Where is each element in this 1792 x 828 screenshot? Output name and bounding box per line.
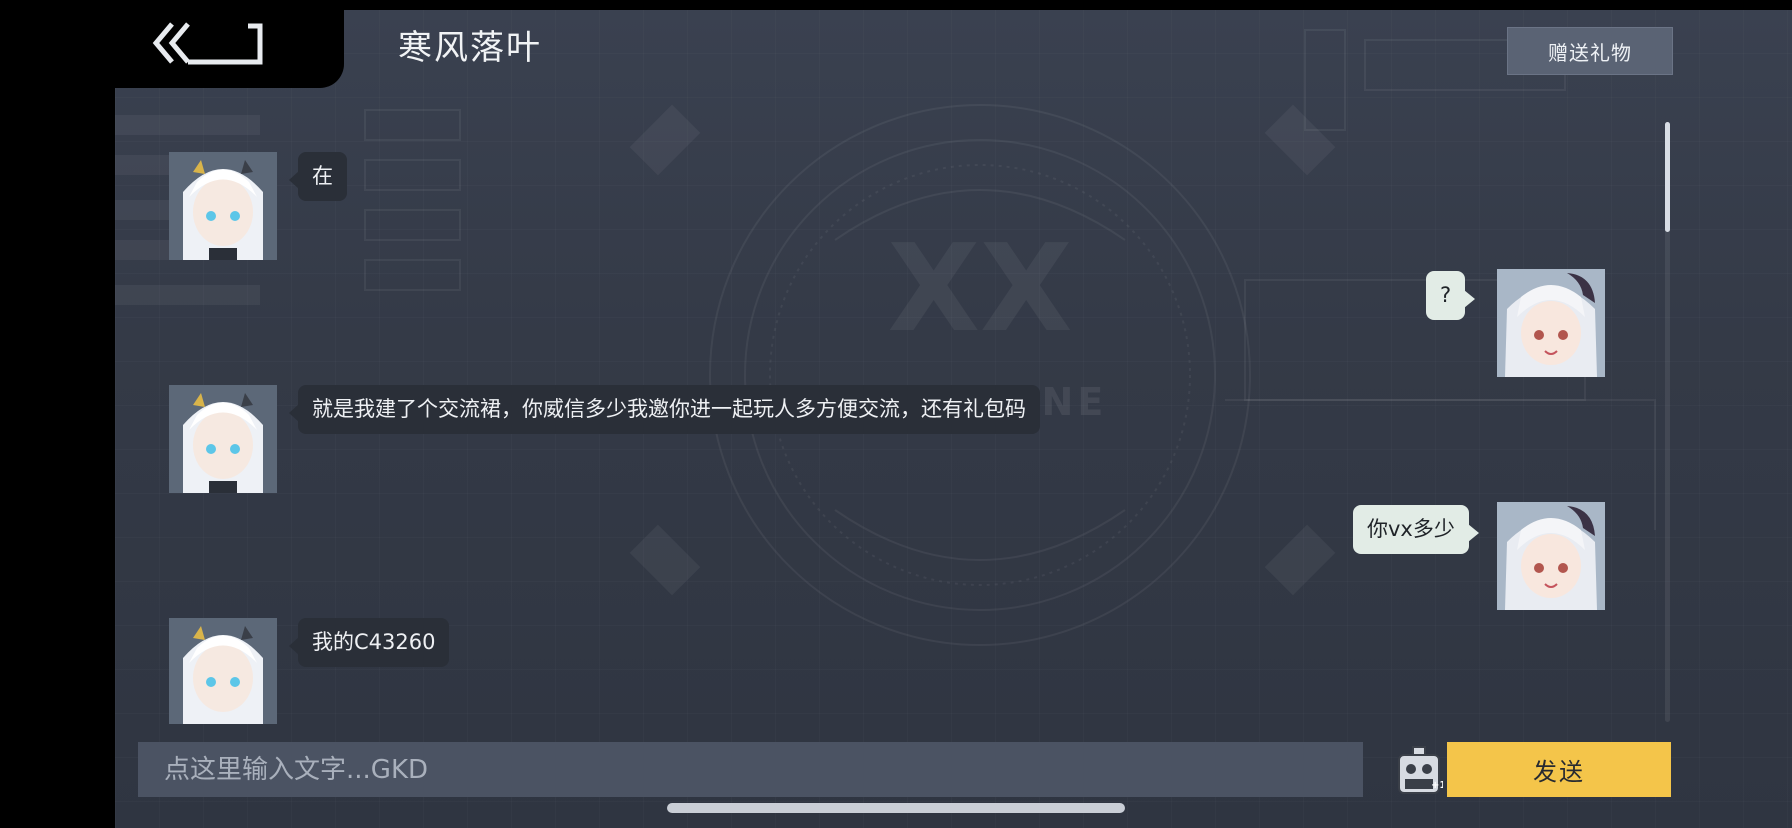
message-bubble: 你vx多少 <box>1353 505 1479 554</box>
girl-avatar-icon <box>1497 269 1605 377</box>
left-avatar[interactable] <box>169 618 277 724</box>
chat-title: 寒风落叶 <box>398 28 542 68</box>
message-bubble: 就是我建了个交流裙，你威信多少我邀你进一起玩人多方便交流，还有礼包码 <box>289 385 1040 434</box>
svg-text:XX: XX <box>887 220 1072 359</box>
back-button[interactable] <box>150 18 280 68</box>
emoji-button[interactable]: +1 <box>1395 743 1446 797</box>
left-avatar[interactable] <box>169 385 277 493</box>
home-indicator[interactable] <box>667 803 1125 813</box>
message-input[interactable] <box>138 742 1363 797</box>
right-avatar[interactable] <box>1497 502 1605 610</box>
left-avatar[interactable] <box>169 152 277 260</box>
girl-avatar-icon <box>169 618 277 724</box>
girl-avatar-icon <box>1497 502 1605 610</box>
message-input-container <box>138 742 1363 797</box>
message-bubble: ? <box>1426 271 1476 320</box>
message-bubble: 我的C43260 <box>288 618 450 667</box>
scrollbar-thumb[interactable] <box>1665 122 1670 232</box>
send-button[interactable]: 发送 <box>1447 742 1671 797</box>
emoji-badge: +1 <box>1431 780 1443 791</box>
girl-avatar-icon <box>169 152 277 260</box>
robot-emoji-icon: +1 <box>1398 746 1446 794</box>
right-avatar[interactable] <box>1497 269 1605 377</box>
send-gift-button[interactable]: 赠送礼物 <box>1507 27 1673 75</box>
double-chevron-left-icon <box>152 22 263 65</box>
chat-screen: SDQ-GENE XX 寒风落叶 赠送礼物 在 ? <box>0 0 1792 828</box>
girl-avatar-icon <box>169 385 277 493</box>
message-bubble: 在 <box>289 152 347 201</box>
